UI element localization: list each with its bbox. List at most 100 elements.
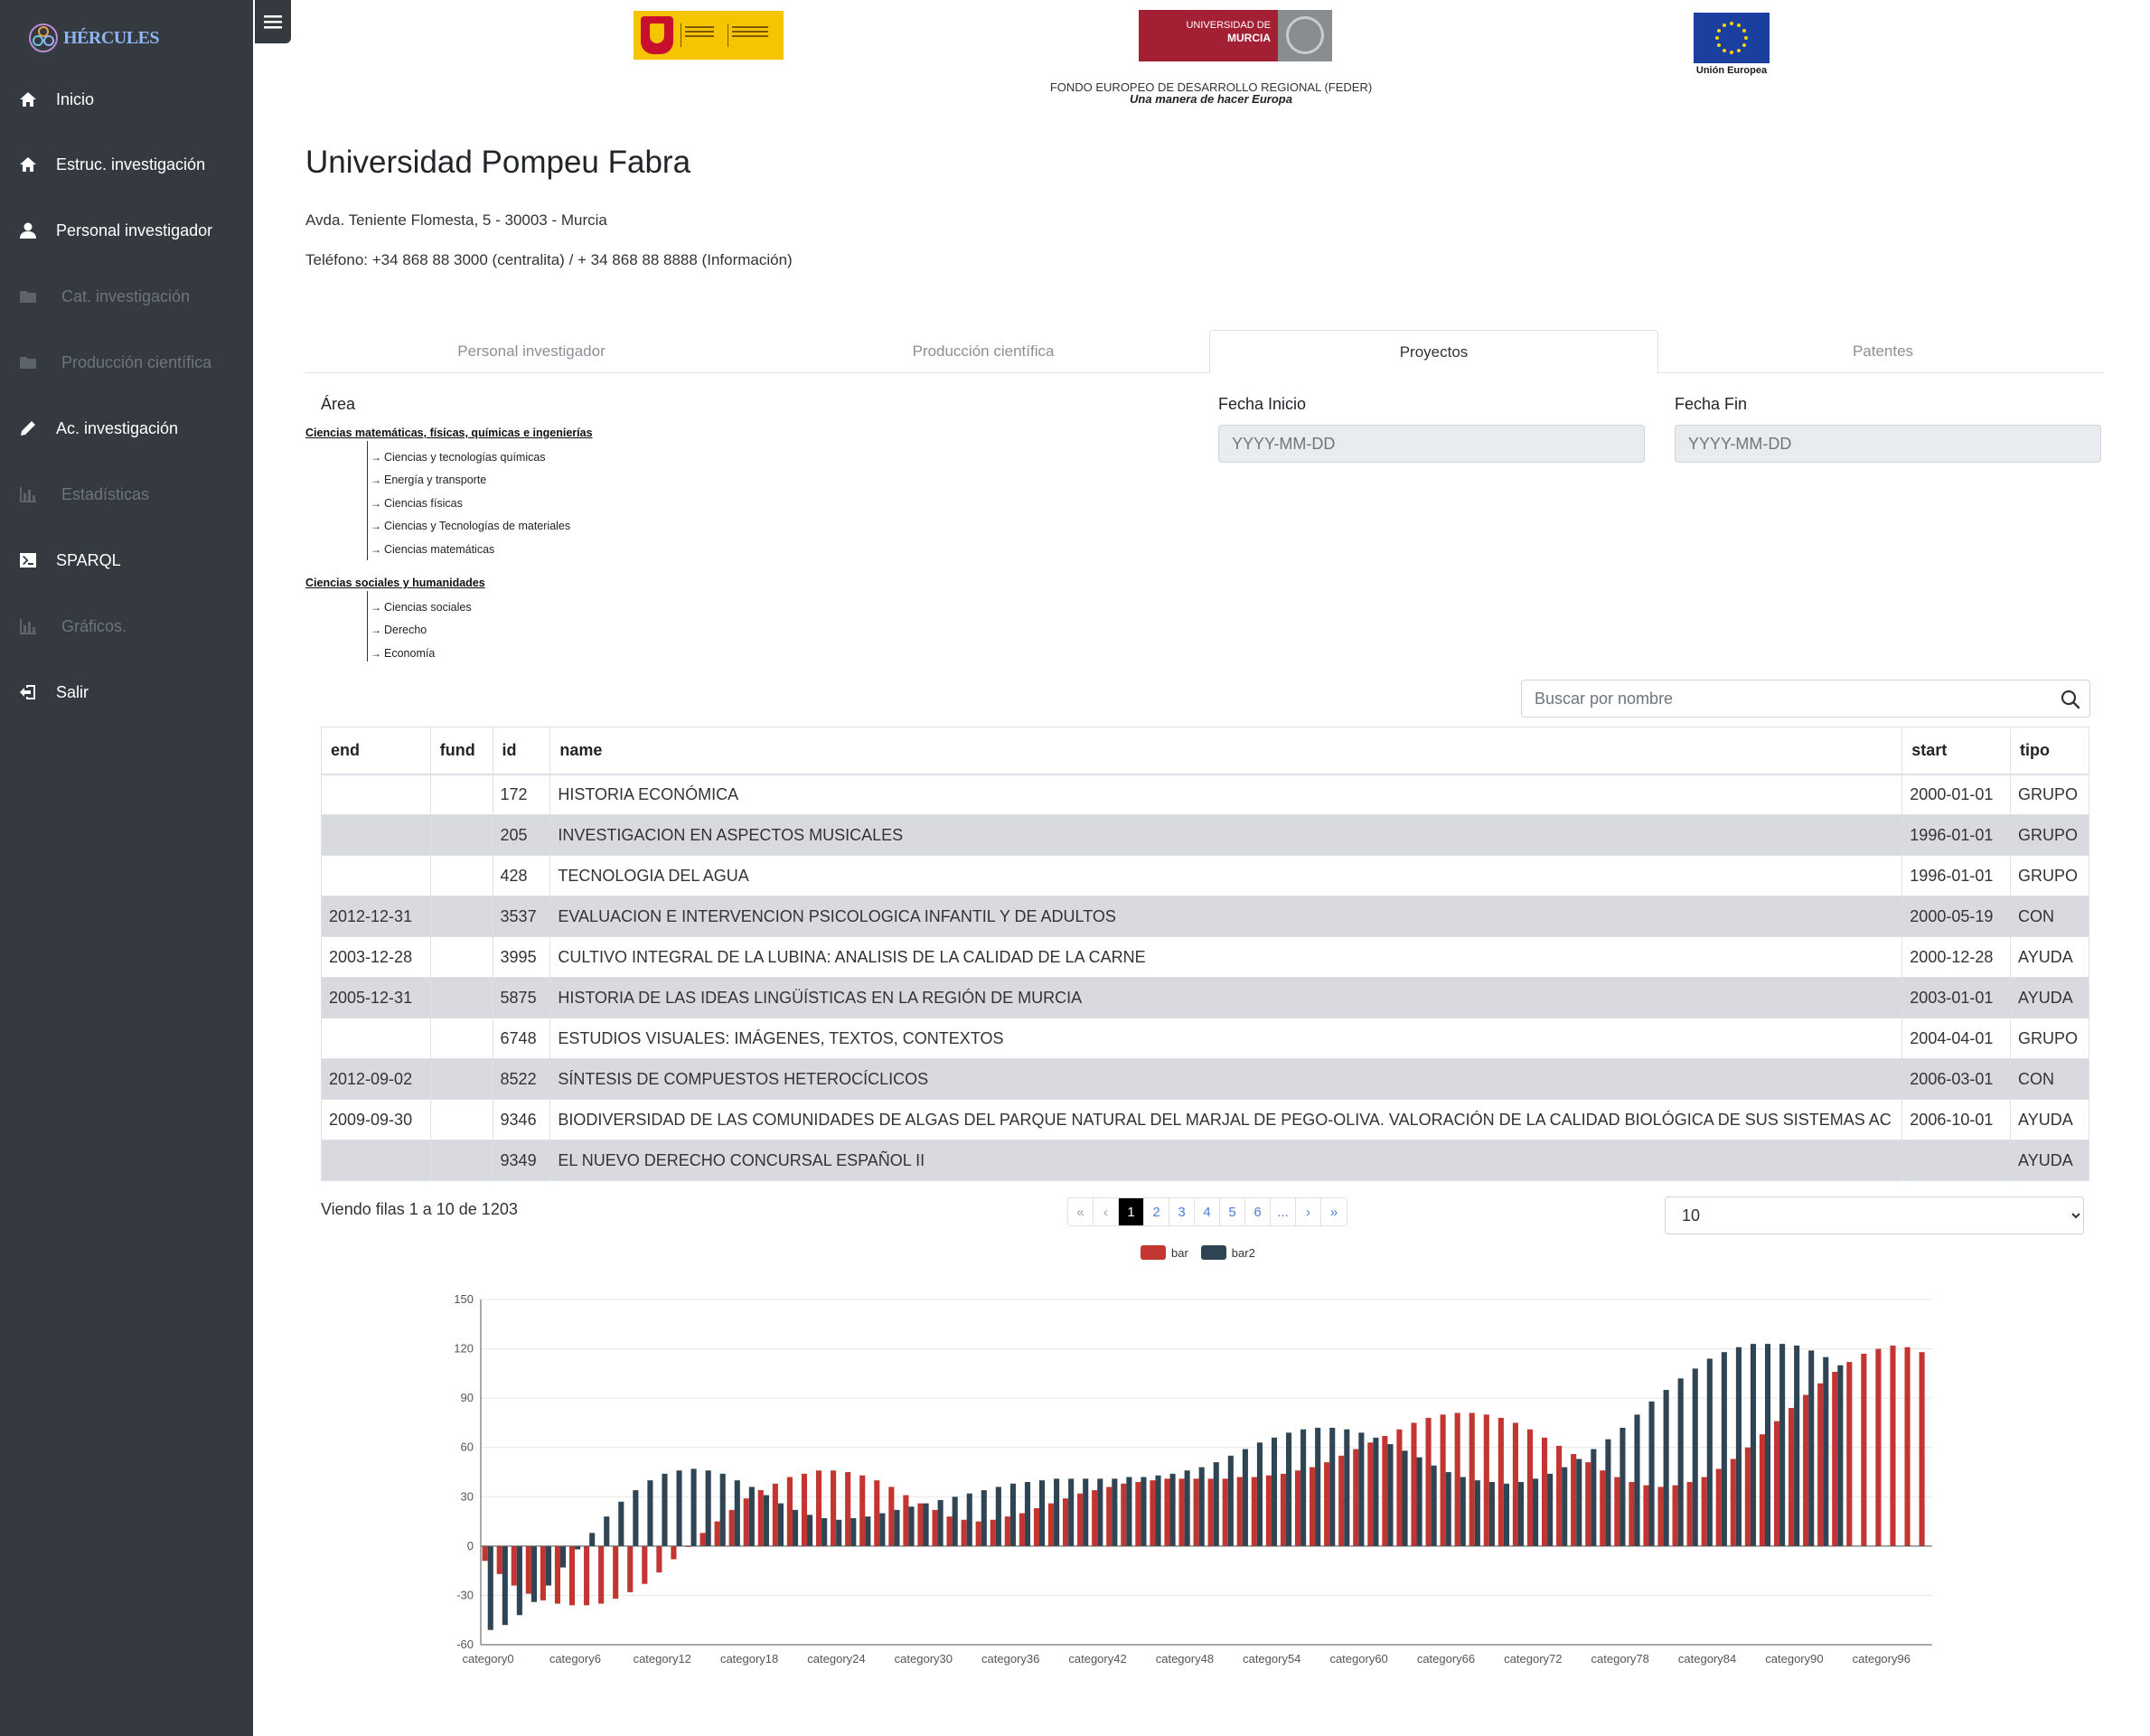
hamburger-menu-button[interactable] <box>255 0 291 43</box>
table-row[interactable]: 2005-12-31 5875 HISTORIA DE LAS IDEAS LING… <box>321 977 2089 1018</box>
brand-logo[interactable]: HÉRCULES <box>27 20 160 56</box>
chart-bar-bar2 <box>748 1487 755 1546</box>
sidebar-item-gráficos[interactable]: Gráficos. <box>0 605 253 648</box>
rows-info: Viendo filas 1 a 10 de 1203 <box>321 1200 518 1218</box>
column-header-name[interactable]: name <box>549 727 1903 775</box>
home-icon <box>18 89 38 109</box>
table-row[interactable]: 6748 ESTUDIOS VISUALES: IMÁGENES, TEXTOS,… <box>321 1018 2089 1059</box>
chart-bar-bar2 <box>516 1545 522 1616</box>
sidebar-item-salir[interactable]: Salir <box>0 671 253 714</box>
area-root-ciencias-matematicas[interactable]: Ciencias matemáticas, físicas, químicas … <box>305 427 593 439</box>
chart-bar-bar <box>1657 1487 1664 1546</box>
pagination-button[interactable]: « <box>1068 1198 1094 1225</box>
column-header-tipo[interactable]: tipo <box>2010 727 2089 775</box>
table-row[interactable]: 2009-09-30 9346 BIODIVERSIDAD DE LAS COMUN… <box>321 1099 2089 1140</box>
sidebar-item-producción-científica[interactable]: Producción científica <box>0 341 253 384</box>
chart-bar-bar2 <box>1764 1344 1771 1546</box>
area-child-item[interactable]: → Derecho <box>371 624 427 636</box>
chart-bar-bar2 <box>966 1493 972 1546</box>
pagination-button[interactable]: 5 <box>1220 1198 1245 1225</box>
pagination-button[interactable]: » <box>1321 1198 1347 1225</box>
sidebar-item-label: Personal investigador <box>56 221 213 239</box>
sidebar-item-sparql[interactable]: SPARQL <box>0 539 253 582</box>
pagination-button[interactable]: 3 <box>1169 1198 1195 1225</box>
chart-y-tick-label: 30 <box>461 1489 474 1503</box>
chart-bar-bar2 <box>589 1533 596 1546</box>
tab-personal-investigador[interactable]: Personal investigador <box>305 330 757 373</box>
chart-bar-bar <box>1411 1422 1417 1546</box>
projects-table: end fund id name start tipo 172 HISTORIA … <box>321 727 2089 1181</box>
fecha-inicio-input[interactable] <box>1218 425 1645 463</box>
pagination-button[interactable]: › <box>1296 1198 1321 1225</box>
area-child-item[interactable]: → Ciencias matemáticas <box>371 543 494 556</box>
pagination-button[interactable]: ... <box>1271 1198 1296 1225</box>
eu-star-icon <box>1723 23 1726 28</box>
table-cell-end: 2009-09-30 <box>321 1099 431 1140</box>
table-row[interactable]: 2003-12-28 3995 CULTIVO INTEGRAL DE LA LUB… <box>321 936 2089 978</box>
chart-bar-bar2 <box>575 1545 581 1550</box>
pagination-button[interactable]: 4 <box>1195 1198 1220 1225</box>
chart-bar-bar <box>1382 1435 1388 1546</box>
legend-item-bar[interactable]: bar <box>1141 1245 1188 1260</box>
chart-x-tick-label: category84 <box>1678 1652 1736 1666</box>
chart-legend: bar bar2 <box>1141 1245 1268 1260</box>
area-root-ciencias-sociales[interactable]: Ciencias sociales y humanidades <box>305 577 485 589</box>
chart-bar-bar2 <box>1024 1481 1031 1546</box>
table-cell-start: 1996-01-01 <box>1901 855 2012 896</box>
sidebar-item-ac-investigación[interactable]: Ac. investigación <box>0 407 253 450</box>
chart-bar-bar2 <box>662 1473 668 1546</box>
table-row[interactable]: 205 INVESTIGACION EN ASPECTOS MUSICALES 19… <box>321 814 2089 856</box>
chart-bar-bar2 <box>1677 1378 1684 1546</box>
hamburger-icon <box>264 15 282 29</box>
sidebar-item-inicio[interactable]: Inicio <box>0 78 253 121</box>
chart-bar-bar2 <box>618 1501 624 1546</box>
legend-swatch-bar2 <box>1200 1245 1226 1260</box>
area-child-item[interactable]: → Ciencias físicas <box>371 497 463 510</box>
eu-label: Unión Europea <box>1695 65 1768 76</box>
chart-bar-bar2 <box>1300 1429 1307 1546</box>
sidebar-item-personal-investigador[interactable]: Personal investigador <box>0 209 253 252</box>
sidebar-item-cat-investigación[interactable]: Cat. investigación <box>0 275 253 318</box>
column-header-id[interactable]: id <box>492 727 551 775</box>
chart-bar-bar <box>1367 1442 1374 1546</box>
chart-bar-bar2 <box>1488 1481 1495 1546</box>
table-row[interactable]: 9349 EL NUEVO DERECHO CONCURSAL ESPAÑOL I… <box>321 1140 2089 1181</box>
search-input[interactable] <box>1522 680 2028 717</box>
chart-y-tick-label: 60 <box>461 1440 474 1454</box>
chart-y-tick-label: 120 <box>454 1342 474 1356</box>
tab-patentes[interactable]: Patentes <box>1658 330 2108 373</box>
table-row[interactable]: 428 TECNOLOGIA DEL AGUA 1996-01-01 GRUPO <box>321 855 2089 896</box>
column-header-end[interactable]: end <box>321 727 431 775</box>
pagination-button[interactable]: ‹ <box>1094 1198 1119 1225</box>
search-icon[interactable] <box>2059 688 2082 711</box>
area-child-item[interactable]: → Economía <box>371 647 435 660</box>
legend-item-bar2[interactable]: bar2 <box>1200 1245 1255 1260</box>
table-row[interactable]: 2012-09-02 8522 SÍNTESIS DE COMPUESTOS HET… <box>321 1058 2089 1100</box>
table-cell-name: CULTIVO INTEGRAL DE LA LUBINA: ANALISIS … <box>549 936 1903 978</box>
fecha-fin-input[interactable] <box>1675 425 2101 463</box>
sidebar-item-estruc-investigación[interactable]: Estruc. investigación <box>0 143 253 186</box>
chart-x-tick-label: category30 <box>895 1652 953 1666</box>
area-child-item[interactable]: → Ciencias y Tecnologías de materiales <box>371 520 570 532</box>
eu-star-icon <box>1737 23 1741 28</box>
pagination-button[interactable]: 1 <box>1119 1198 1144 1225</box>
area-child-item[interactable]: → Ciencias sociales <box>371 601 472 614</box>
pagination-button[interactable]: 6 <box>1245 1198 1271 1225</box>
bar-chart-icon <box>18 616 38 636</box>
page-size-select[interactable]: 10 <box>1665 1196 2084 1234</box>
page-title: Universidad Pompeu Fabra <box>305 145 691 180</box>
tab-produccion-cientifica[interactable]: Producción científica <box>757 330 1209 373</box>
table-cell-tipo: GRUPO <box>2010 814 2089 856</box>
sidebar-item-estadísticas[interactable]: Estadísticas <box>0 473 253 516</box>
tab-proyectos[interactable]: Proyectos <box>1209 330 1658 374</box>
table-row[interactable]: 2012-12-31 3537 EVALUACION E INTERVENCION … <box>321 896 2089 937</box>
pagination-button[interactable]: 2 <box>1144 1198 1169 1225</box>
table-cell-start: 2006-10-01 <box>1901 1099 2012 1140</box>
area-child-item[interactable]: → Energía y transporte <box>371 474 486 486</box>
table-row[interactable]: 172 HISTORIA ECONÓMICA 2000-01-01 GRUPO <box>321 774 2089 815</box>
chart-bar-bar2 <box>705 1470 711 1546</box>
column-header-fund[interactable]: fund <box>429 727 493 775</box>
column-header-start[interactable]: start <box>1901 727 2012 775</box>
area-child-item[interactable]: → Ciencias y tecnologías químicas <box>371 451 546 464</box>
table-cell-end: 2012-12-31 <box>321 896 431 937</box>
